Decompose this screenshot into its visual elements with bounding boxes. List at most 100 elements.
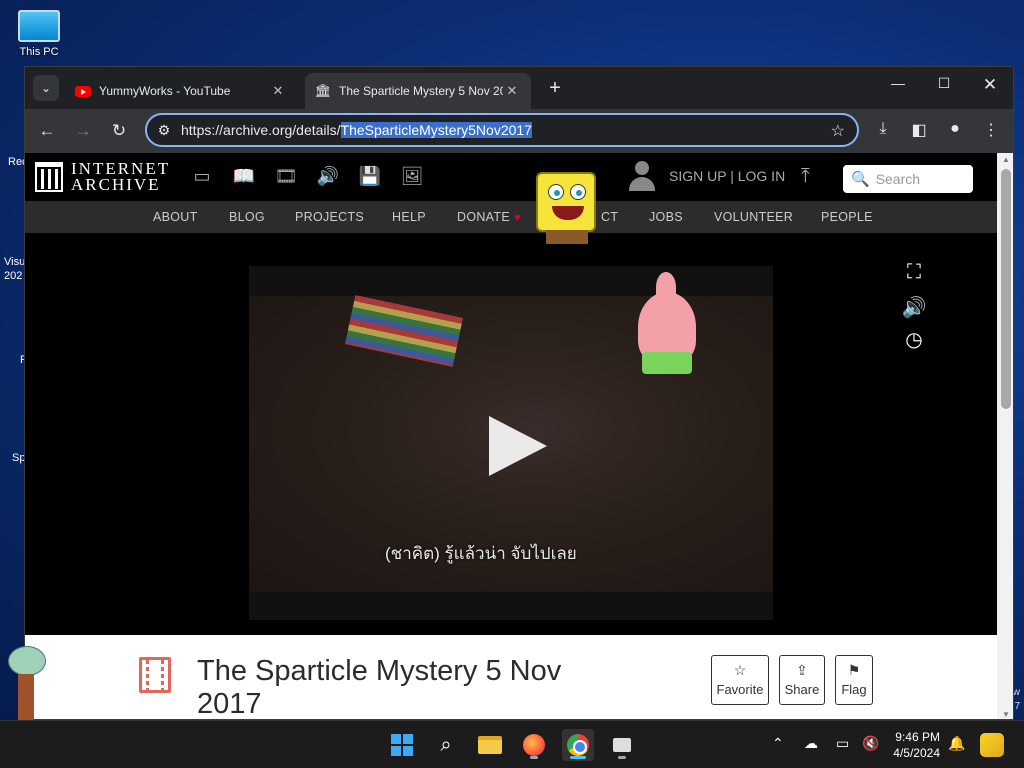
minimize-button[interactable]: — (875, 75, 921, 91)
search-icon: 🔍 (851, 171, 870, 188)
file-explorer-button[interactable] (474, 729, 506, 761)
network-icon[interactable]: ▭ (836, 735, 849, 752)
nav-help[interactable]: HELP (392, 210, 426, 224)
taskbar: ⌕ ⌃ ☁ ▭ 🔇 9:46 PM 4/5/2024 🔔 (0, 720, 1024, 768)
spongebob-pants (546, 230, 588, 244)
url-text[interactable]: https://archive.org/details/TheSparticle… (181, 122, 532, 138)
firefox-icon (523, 734, 545, 756)
this-pc-shortcut[interactable]: This PC (14, 10, 64, 58)
share-button[interactable]: ⇪ Share (779, 655, 825, 705)
play-icon[interactable] (489, 416, 547, 476)
chevron-up-icon[interactable]: ⌃ (772, 735, 784, 752)
ia-search-input[interactable] (875, 171, 966, 187)
clock-date: 4/5/2024 (893, 746, 940, 760)
ia-top-nav: ABOUT BLOG PROJECTS HELP DONATE ♥ CT JOBS… (25, 201, 997, 233)
nav-volunteer[interactable]: VOLUNTEER (714, 210, 793, 224)
folder-icon (478, 736, 502, 754)
start-button[interactable] (386, 729, 418, 761)
site-info-icon[interactable]: ⚙ (147, 122, 181, 139)
nav-blog[interactable]: BLOG (229, 210, 265, 224)
upload-icon[interactable]: ⤒ (801, 165, 810, 188)
ia-search-box[interactable]: 🔍 (843, 165, 973, 193)
signup-login-link[interactable]: SIGN UP | LOG IN (669, 168, 785, 184)
clock-time: 9:46 PM (895, 730, 940, 744)
nav-projects[interactable]: PROJECTS (295, 210, 364, 224)
nav-jobs[interactable]: JOBS (649, 210, 683, 224)
share-icon: ⇪ (796, 662, 808, 678)
firefox-button[interactable] (518, 729, 550, 761)
new-tab-button[interactable]: + (543, 77, 567, 100)
item-details: The Sparticle Mystery 5 Nov 2017 ☆ Favor… (25, 635, 997, 720)
squidward-overlay (6, 646, 46, 720)
youtube-icon (75, 83, 91, 99)
chrome-icon (567, 734, 589, 756)
running-indicator (618, 756, 626, 759)
bookmark-star-icon[interactable]: ☆ (831, 121, 845, 141)
scroll-up-icon[interactable]: ▲ (1001, 155, 1011, 164)
chevron-down-icon: ⌄ (40, 81, 52, 95)
system-clock[interactable]: 9:46 PM 4/5/2024 (884, 729, 940, 761)
scroll-down-icon[interactable]: ▼ (1001, 710, 1011, 719)
archive-icon: 🏛 (314, 83, 332, 98)
nav-contact[interactable]: CT (601, 210, 618, 224)
desktop-icon-label-partial: Visu (4, 256, 26, 268)
video-icon[interactable]: 🎞 (273, 165, 299, 187)
logo-line-2: ARCHIVE (71, 175, 161, 194)
images-icon[interactable]: 🖼 (399, 165, 425, 187)
spongebob-overlay (536, 172, 596, 232)
star-icon: ☆ (733, 662, 747, 678)
video-subtitle: (ชาคิต) รู้แล้วน่า จับไปเลย (385, 544, 577, 563)
this-pc-label: This PC (19, 46, 59, 58)
tab-archive[interactable]: 🏛 The Sparticle Mystery 5 Nov 20 ✕ (305, 73, 531, 109)
page-scrollbar[interactable]: ▲ ▼ (997, 153, 1013, 719)
address-bar[interactable]: ⚙ https://archive.org/details/TheSpartic… (145, 113, 859, 147)
reload-button[interactable]: ↻ (107, 119, 131, 143)
maximize-button[interactable]: ☐ (921, 75, 967, 92)
ia-logo[interactable]: INTERNET ARCHIVE (35, 160, 170, 194)
nav-about[interactable]: ABOUT (153, 210, 198, 224)
onedrive-icon[interactable]: ☁ (804, 735, 818, 752)
nav-donate[interactable]: DONATE ♥ (457, 210, 521, 224)
texts-icon[interactable]: 📖 (231, 165, 257, 187)
item-title: The Sparticle Mystery 5 Nov 2017 (197, 655, 562, 720)
menu-icon[interactable]: ⋮ (979, 120, 1003, 140)
taskbar-search[interactable]: ⌕ (430, 729, 462, 761)
close-tab-icon[interactable]: ✕ (269, 83, 287, 99)
favorite-button[interactable]: ☆ Favorite (711, 655, 769, 705)
volume-icon[interactable]: 🔊 (901, 295, 927, 320)
archive-logo-icon (35, 162, 63, 192)
chrome-button[interactable] (562, 729, 594, 761)
clock-icon[interactable]: ◷ (901, 327, 927, 352)
audio-icon[interactable]: 🔊 (315, 165, 341, 187)
forward-button[interactable]: → (71, 119, 95, 143)
app-button[interactable] (606, 729, 638, 761)
tab-search-button[interactable]: ⌄ (33, 75, 59, 101)
profile-icon[interactable]: ● (943, 120, 967, 138)
video-theater: (ชาคิต) รู้แล้วน่า จับไปเลย ⛶ 🔊 ◷ (25, 233, 997, 635)
web-icon[interactable]: ▭ (189, 165, 215, 187)
tab-youtube[interactable]: YummyWorks - YouTube ✕ (65, 73, 297, 109)
software-icon[interactable]: 💾 (357, 165, 383, 187)
close-tab-icon[interactable]: ✕ (503, 83, 521, 99)
browser-window: ⌄ YummyWorks - YouTube ✕ 🏛 The Sparticle… (24, 66, 1014, 720)
heart-icon: ♥ (513, 212, 521, 224)
copilot-icon[interactable] (980, 733, 1004, 757)
back-button[interactable]: ← (35, 119, 59, 143)
app-icon (613, 738, 631, 752)
flag-button[interactable]: ⚑ Flag (835, 655, 873, 705)
user-icon[interactable] (629, 161, 655, 191)
url-selection: TheSparticleMystery5Nov2017 (340, 122, 532, 138)
notification-bell-icon[interactable]: 🔔 (948, 735, 965, 752)
volume-muted-icon[interactable]: 🔇 (862, 735, 879, 752)
tab-strip: ⌄ YummyWorks - YouTube ✕ 🏛 The Sparticle… (25, 67, 1013, 109)
close-window-button[interactable]: ✕ (967, 75, 1013, 95)
download-icon[interactable]: ⤓ (871, 120, 895, 138)
search-icon: ⌕ (440, 733, 452, 756)
ia-header: INTERNET ARCHIVE ▭ 📖 🎞 🔊 💾 🖼 SIGN UP | L… (25, 153, 997, 201)
tab-title: The Sparticle Mystery 5 Nov 20 (339, 84, 503, 98)
side-panel-icon[interactable]: ◧ (907, 120, 931, 140)
nav-people[interactable]: PEOPLE (821, 210, 873, 224)
monitor-icon (18, 10, 60, 42)
fullscreen-icon[interactable]: ⛶ (901, 261, 927, 284)
scrollbar-thumb[interactable] (1001, 169, 1011, 409)
